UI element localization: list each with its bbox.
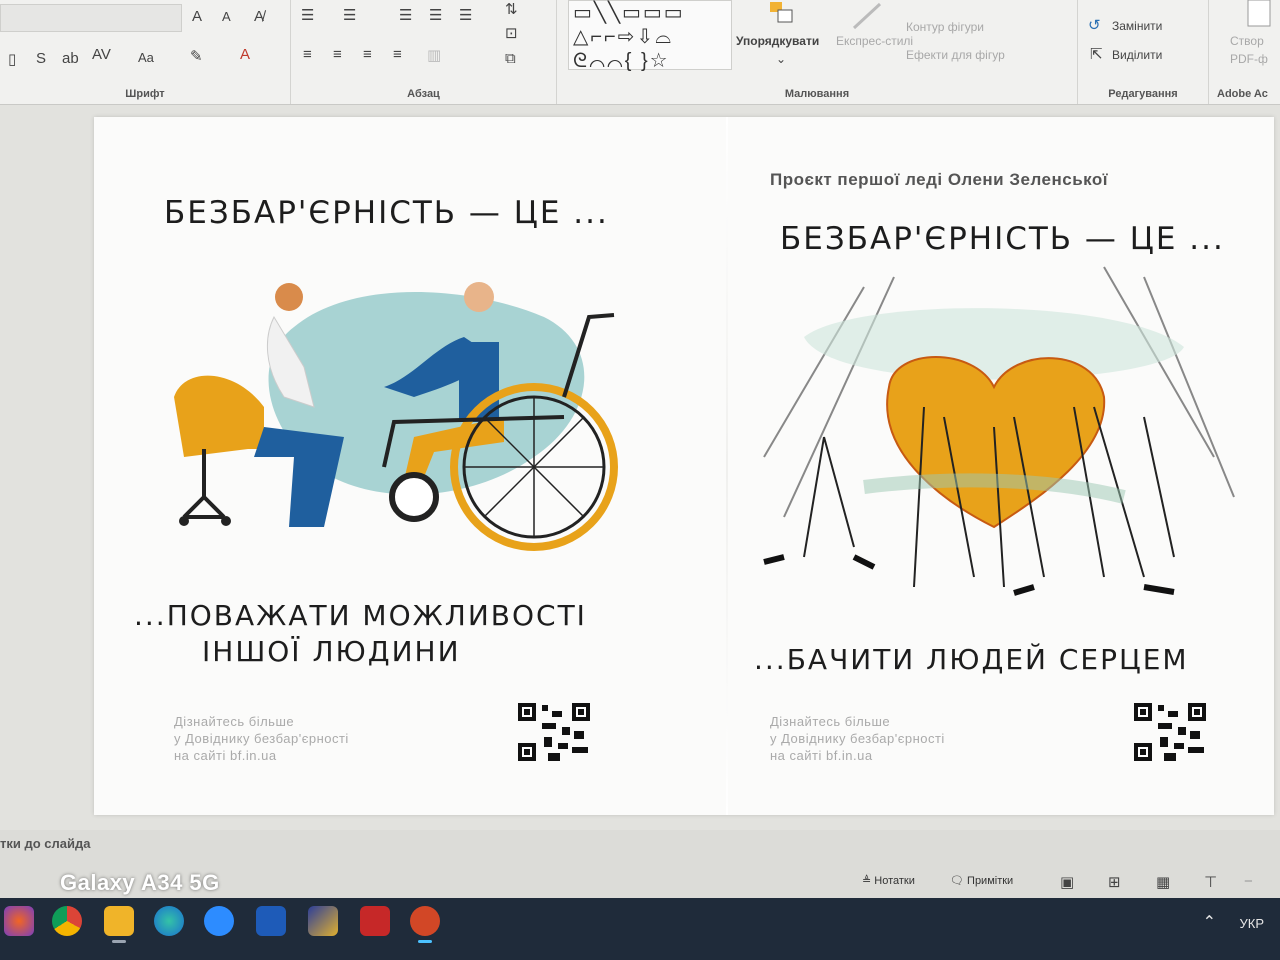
reading-view-icon[interactable]: ▦ [1156, 873, 1170, 891]
notes-label: Нотатки [874, 875, 915, 887]
express-styles-button[interactable]: Експрес-стилі [836, 34, 913, 48]
slide-workarea: БЕЗБАР'ЄРНІСТЬ — ЦЕ ... ...ПОВАЖАТИ МОЖЛ… [0, 105, 1280, 830]
increase-indent-icon[interactable]: ☰ [429, 6, 442, 24]
shrink-font-button[interactable]: A [222, 9, 231, 24]
handshake-wheelchair-illustration [174, 282, 618, 551]
slideshow-icon[interactable]: ⊤ [1204, 873, 1217, 891]
columns-icon[interactable]: ▥ [427, 46, 441, 64]
comments-button[interactable]: 🗨 Примітки [950, 874, 1013, 887]
clear-format-icon[interactable]: A̸ [254, 8, 264, 25]
file-explorer-icon[interactable] [104, 906, 134, 936]
left-info-line2: у Довіднику безбар'єрності [174, 731, 349, 746]
right-poster-title: БЕЗБАР'ЄРНІСТЬ — ЦЕ ... [780, 221, 1225, 257]
notes-placeholder[interactable]: тки до слайда [0, 836, 90, 851]
left-poster-caption-line1: ...ПОВАЖАТИ МОЖЛИВОСТІ [134, 599, 587, 632]
right-poster-info: Дізнайтесь більше у Довіднику безбар'єрн… [770, 713, 945, 764]
left-qr-code [518, 703, 590, 761]
express-styles-icon[interactable] [850, 0, 886, 30]
tray-chevron-icon[interactable]: ⌃ [1203, 912, 1216, 932]
left-poster-info: Дізнайтесь більше у Довіднику безбар'єрн… [174, 713, 349, 764]
select-cursor-icon[interactable]: ⇱ [1090, 45, 1103, 63]
presenter-icon[interactable] [360, 906, 390, 936]
hands-heart-illustration [763, 266, 1235, 596]
edge-icon[interactable] [154, 906, 184, 936]
adobe-group-label: Adobe Ac [1217, 88, 1268, 100]
font-group-label: Шрифт [125, 88, 165, 100]
strike-icon[interactable]: ab [62, 50, 79, 67]
arrange-icon[interactable] [766, 0, 796, 26]
create-pdf-icon[interactable] [1246, 0, 1276, 30]
shape-outline-button[interactable]: Контур фігури [906, 20, 984, 34]
shapes-gallery[interactable]: ▭╲╲▭▭▭ △⌐⌐⇨⇩⌓ ᘓ⌒⌒{ }☆ [568, 0, 732, 72]
file-explorer-running-indicator [112, 940, 126, 943]
arrange-button[interactable]: Упорядкувати [736, 34, 819, 48]
shadow-icon[interactable]: S [36, 50, 46, 67]
align-right-icon[interactable]: ≡ [363, 46, 372, 63]
decrease-indent-icon[interactable]: ☰ [399, 6, 412, 24]
comments-label: Примітки [967, 875, 1014, 887]
align-text-icon[interactable]: ⊡ [505, 24, 518, 42]
text-direction-icon[interactable]: ⇅ [505, 0, 518, 18]
select-button[interactable]: Виділити [1112, 48, 1162, 62]
notes-button[interactable]: ≜ Нотатки [862, 874, 915, 887]
font-size-box[interactable] [0, 4, 182, 32]
comment-icon: 🗨 [950, 875, 964, 887]
zoom-icon[interactable] [204, 906, 234, 936]
paragraph-group-label: Абзац [407, 88, 440, 100]
right-info-line1: Дізнайтесь більше [770, 714, 891, 729]
zoom-out-icon[interactable]: − [1244, 873, 1253, 890]
bullets-icon[interactable]: ☰ [301, 6, 314, 24]
right-poster-caption: ...БАЧИТИ ЛЮДЕЙ СЕРЦЕМ [754, 643, 1189, 676]
shape-effects-button[interactable]: Ефекти для фігур [906, 48, 1005, 62]
left-poster-caption-line2: ІНШОЇ ЛЮДИНИ [202, 635, 461, 668]
replace-button[interactable]: Замінити [1112, 19, 1162, 33]
slide-sorter-icon[interactable]: ⊞ [1108, 873, 1121, 891]
line-spacing-icon[interactable]: ☰ [459, 6, 472, 24]
align-left-icon[interactable]: ≡ [303, 46, 312, 63]
change-case-button[interactable]: Aa [138, 50, 154, 65]
right-poster-project-label: Проєкт першої леді Олени Зеленської [770, 170, 1109, 189]
powerpoint-icon[interactable] [410, 906, 440, 936]
powerpoint-active-indicator [418, 940, 432, 943]
status-bar: тки до слайда Galaxy A34 5G ≜ Нотатки 🗨 … [0, 830, 1280, 898]
left-info-line3: на сайті bf.in.ua [174, 748, 277, 763]
justify-icon[interactable]: ≡ [393, 46, 402, 63]
grow-font-button[interactable]: A [192, 8, 202, 25]
right-qr-code [1134, 703, 1206, 761]
poster-divider [726, 117, 728, 815]
word-icon[interactable] [256, 906, 286, 936]
editing-group-label: Редагування [1108, 88, 1178, 100]
right-info-line3: на сайті bf.in.ua [770, 748, 873, 763]
normal-view-icon[interactable]: ▣ [1060, 873, 1074, 891]
strikethrough-icon[interactable]: ▯ [8, 50, 16, 68]
taskbar: ⌃ УКР [0, 898, 1280, 960]
font-color-icon[interactable]: A [240, 46, 250, 63]
slide[interactable]: БЕЗБАР'ЄРНІСТЬ — ЦЕ ... ...ПОВАЖАТИ МОЖЛ… [94, 117, 1274, 815]
replace-icon[interactable]: ↺ [1088, 16, 1101, 34]
drawing-group-label: Малювання [784, 88, 850, 100]
numbering-icon[interactable]: ☰ [343, 6, 356, 24]
ribbon: A A A̸ ▯ S ab AV Aa ✎ A Шрифт ☰ ☰ ☰ ☰ ☰ … [0, 0, 1280, 105]
camera-watermark: Galaxy A34 5G [60, 870, 220, 895]
left-info-line1: Дізнайтесь більше [174, 714, 295, 729]
app-icon[interactable] [308, 906, 338, 936]
language-indicator[interactable]: УКР [1239, 916, 1264, 931]
copilot-icon[interactable] [4, 906, 34, 936]
left-poster-title: БЕЗБАР'ЄРНІСТЬ — ЦЕ ... [164, 195, 609, 231]
align-center-icon[interactable]: ≡ [333, 46, 342, 63]
notes-icon: ≜ [862, 875, 872, 887]
arrange-dropdown-icon[interactable]: ⌄ [776, 52, 786, 66]
chrome-icon[interactable] [52, 906, 82, 936]
smartart-icon[interactable]: ⧉ [505, 50, 516, 67]
paragraph-group: ☰ ☰ ☰ ☰ ☰ ≡ ≡ ≡ ≡ ▥ ⇅ ⊡ ⧉ Абзац [291, 0, 557, 104]
create-pdf-button[interactable]: Створ PDF-ф [1230, 32, 1278, 68]
font-group: A A A̸ ▯ S ab AV Aa ✎ A Шрифт [0, 0, 291, 104]
right-info-line2: у Довіднику безбар'єрності [770, 731, 945, 746]
highlight-icon[interactable]: ✎ [190, 47, 203, 65]
char-spacing-icon[interactable]: AV [92, 46, 111, 63]
